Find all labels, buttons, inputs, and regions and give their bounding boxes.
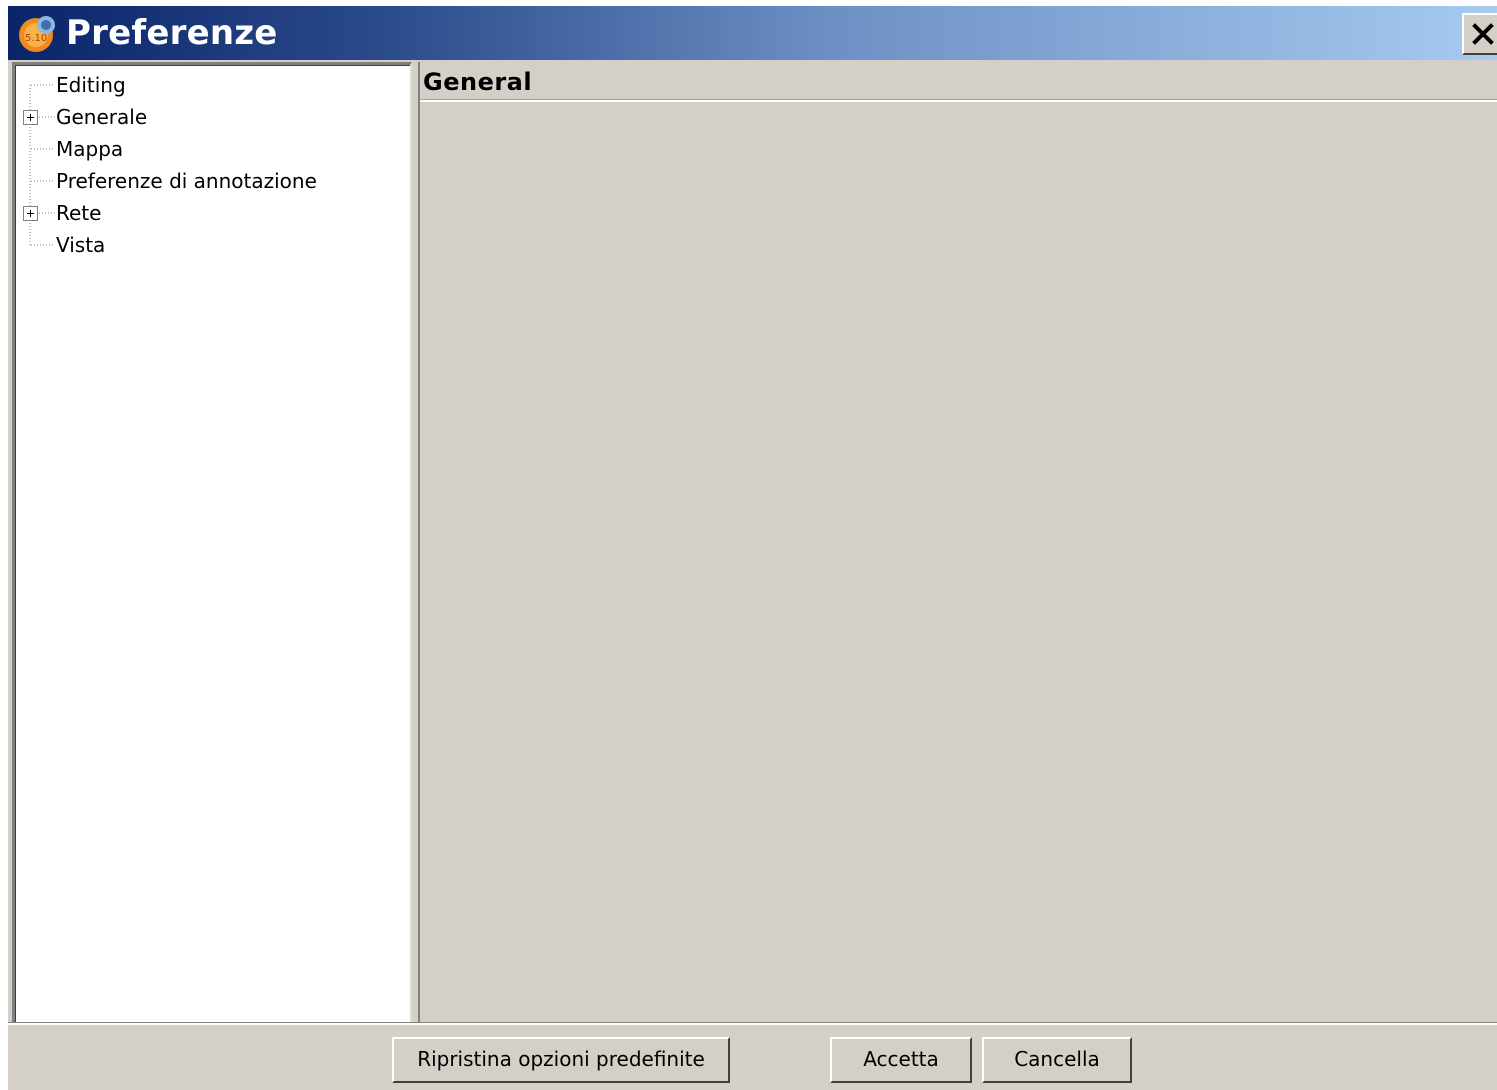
- app-logo-icon: 5.10: [19, 16, 55, 52]
- preferences-dialog: 5.10 Preferenze Editing Generale Mappa P…: [8, 6, 1497, 1090]
- tree-item-rete[interactable]: Rete: [56, 199, 101, 227]
- settings-content-panel: General: [420, 62, 1497, 1024]
- expand-plus-icon[interactable]: [23, 110, 38, 125]
- close-icon: [1472, 23, 1494, 45]
- content-title: General: [423, 68, 533, 96]
- tree-item-editing[interactable]: Editing: [56, 71, 126, 99]
- restore-defaults-button[interactable]: Ripristina opzioni predefinite: [392, 1037, 730, 1083]
- tree-item-preferenze-di-annotazione[interactable]: Preferenze di annotazione: [56, 167, 317, 195]
- preferences-tree[interactable]: Editing Generale Mappa Preferenze di ann…: [12, 62, 412, 1024]
- close-button[interactable]: [1462, 13, 1497, 55]
- tree-item-generale[interactable]: Generale: [56, 103, 147, 131]
- tree-item-mappa[interactable]: Mappa: [56, 135, 123, 163]
- content-header: General: [420, 62, 1497, 102]
- title-bar[interactable]: 5.10 Preferenze: [8, 6, 1497, 60]
- accept-button[interactable]: Accetta: [830, 1037, 972, 1083]
- tree-item-vista[interactable]: Vista: [56, 231, 105, 259]
- footer-divider: [8, 1022, 1497, 1025]
- cancel-button[interactable]: Cancella: [982, 1037, 1132, 1083]
- panel-splitter[interactable]: [412, 62, 420, 1024]
- svg-text:5.10: 5.10: [25, 33, 47, 44]
- window-title: Preferenze: [66, 13, 278, 53]
- expand-plus-icon[interactable]: [23, 206, 38, 221]
